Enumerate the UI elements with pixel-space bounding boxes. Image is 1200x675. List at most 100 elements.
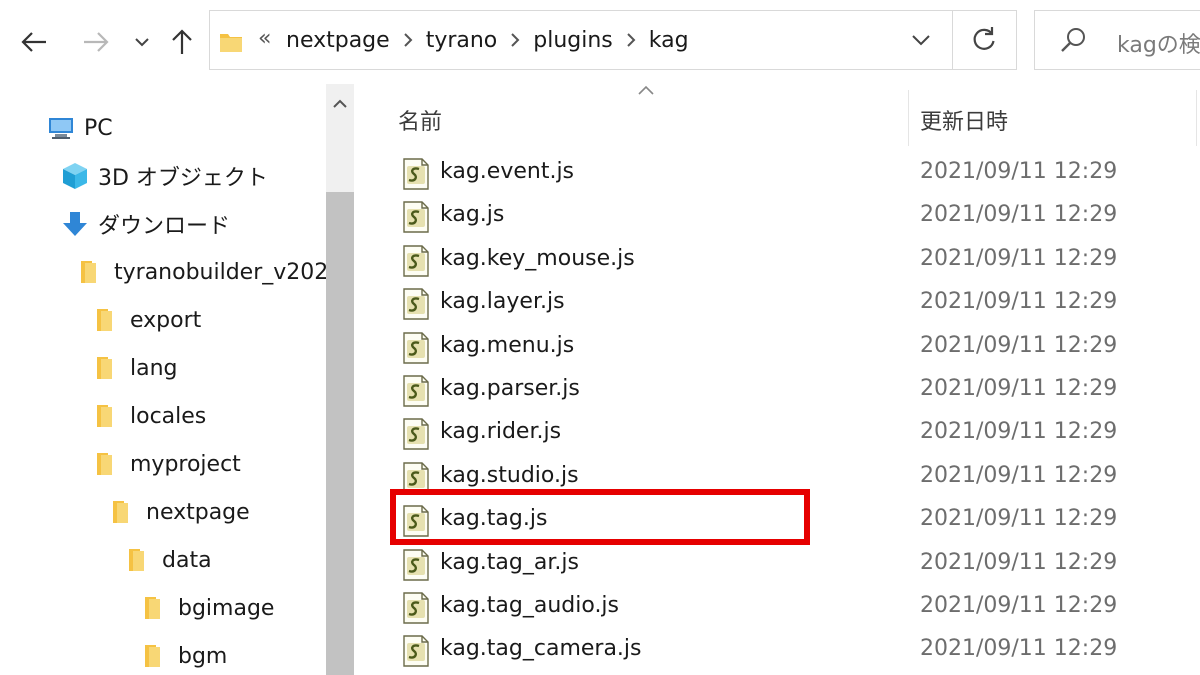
column-divider[interactable] bbox=[1196, 90, 1197, 146]
breadcrumb-overflow[interactable]: « bbox=[258, 26, 271, 51]
folder-icon bbox=[92, 307, 122, 333]
search-placeholder: kagの検索 bbox=[1117, 33, 1200, 58]
forward-button[interactable] bbox=[76, 22, 116, 62]
file-row[interactable]: kag.studio.js 2021/09/11 12:29 bbox=[354, 457, 1200, 500]
js-script-file-icon bbox=[402, 244, 430, 282]
tree-item-downloads[interactable]: ダウンロード bbox=[60, 200, 230, 248]
chevron-up-icon bbox=[333, 99, 347, 108]
navigation-pane: PC 3D オブジェクト ダウンロード tyranobuilder_v202_ … bbox=[0, 84, 326, 675]
file-modified: 2021/09/11 12:29 bbox=[920, 636, 1118, 662]
search-icon bbox=[1061, 28, 1085, 52]
file-name: kag.tag_camera.js bbox=[440, 636, 642, 662]
file-row[interactable]: kag.event.js 2021/09/11 12:29 bbox=[354, 153, 1200, 196]
file-row[interactable]: kag.tag_audio.js 2021/09/11 12:29 bbox=[354, 587, 1200, 630]
file-row[interactable]: kag.layer.js 2021/09/11 12:29 bbox=[354, 283, 1200, 326]
folder-icon bbox=[140, 595, 170, 621]
tree-item-3d-objects[interactable]: 3D オブジェクト bbox=[60, 152, 268, 200]
file-row[interactable]: kag.parser.js 2021/09/11 12:29 bbox=[354, 370, 1200, 413]
navigation-scrollbar[interactable] bbox=[326, 84, 354, 675]
scroll-thumb[interactable] bbox=[326, 192, 354, 675]
file-modified: 2021/09/11 12:29 bbox=[920, 419, 1118, 445]
folder-icon bbox=[92, 451, 122, 477]
tree-item-myproject[interactable]: myproject bbox=[92, 440, 241, 488]
js-script-file-icon bbox=[402, 417, 430, 455]
chevron-right-icon[interactable] bbox=[613, 32, 649, 48]
back-arrow-icon bbox=[21, 32, 46, 52]
js-script-file-icon bbox=[402, 287, 430, 325]
file-modified: 2021/09/11 12:29 bbox=[920, 462, 1118, 488]
refresh-icon[interactable] bbox=[970, 25, 998, 53]
js-script-file-icon bbox=[402, 548, 430, 586]
file-modified: 2021/09/11 12:29 bbox=[920, 332, 1118, 358]
sort-ascending-icon bbox=[638, 85, 654, 95]
column-header-name[interactable]: 名前 bbox=[398, 98, 442, 142]
navigation-bar: « nextpage tyrano plugins kag kagの検 bbox=[0, 0, 1200, 84]
chevron-right-icon[interactable] bbox=[390, 32, 426, 48]
file-name: kag.key_mouse.js bbox=[440, 245, 635, 271]
folder-icon bbox=[220, 34, 242, 52]
file-row[interactable]: kag.key_mouse.js 2021/09/11 12:29 bbox=[354, 240, 1200, 283]
folder-icon bbox=[108, 499, 138, 525]
search-box[interactable]: kagの検索 bbox=[1034, 10, 1200, 70]
tree-item-data[interactable]: data bbox=[124, 536, 212, 584]
chevron-right-icon[interactable] bbox=[497, 32, 533, 48]
chevron-down-icon bbox=[135, 38, 149, 47]
breadcrumb-plugins[interactable]: plugins bbox=[533, 28, 613, 53]
folder-icon bbox=[140, 643, 170, 669]
file-name: kag.event.js bbox=[440, 159, 575, 184]
file-name: kag.tag_audio.js bbox=[440, 593, 620, 618]
3d-objects-icon bbox=[60, 161, 90, 191]
tree-item-export[interactable]: export bbox=[92, 296, 201, 344]
file-row[interactable]: kag.js 2021/09/11 12:29 bbox=[354, 196, 1200, 239]
tree-item-nextpage[interactable]: nextpage bbox=[108, 488, 250, 536]
breadcrumb-kag[interactable]: kag bbox=[649, 28, 689, 53]
tree-item-pc[interactable]: PC bbox=[46, 104, 113, 152]
breadcrumb-tyrano[interactable]: tyrano bbox=[426, 28, 498, 53]
folder-icon bbox=[76, 259, 106, 285]
file-row[interactable]: kag.tag_ar.js 2021/09/11 12:29 bbox=[354, 544, 1200, 587]
file-name: kag.studio.js bbox=[440, 462, 579, 488]
scroll-up-button[interactable] bbox=[326, 84, 354, 124]
download-icon bbox=[60, 209, 90, 239]
address-divider bbox=[952, 11, 953, 69]
file-modified: 2021/09/11 12:29 bbox=[920, 376, 1118, 401]
breadcrumb: nextpage tyrano plugins kag bbox=[286, 11, 689, 69]
file-row[interactable]: kag.rider.js 2021/09/11 12:29 bbox=[354, 413, 1200, 456]
address-dropdown-icon[interactable] bbox=[910, 29, 932, 51]
js-script-file-icon bbox=[402, 331, 430, 369]
js-script-file-icon bbox=[402, 200, 430, 238]
js-script-file-icon bbox=[402, 504, 430, 542]
tree-item-tyranobuilder[interactable]: tyranobuilder_v202_ bbox=[76, 248, 326, 296]
file-row[interactable]: kag.menu.js 2021/09/11 12:29 bbox=[354, 327, 1200, 370]
file-name: kag.rider.js bbox=[440, 419, 562, 445]
file-modified: 2021/09/11 12:29 bbox=[920, 202, 1118, 228]
file-name: kag.tag.js bbox=[440, 506, 548, 532]
file-name: kag.tag_ar.js bbox=[440, 549, 579, 575]
folder-icon bbox=[92, 403, 122, 429]
column-header-modified[interactable]: 更新日時 bbox=[920, 98, 1008, 142]
file-name: kag.parser.js bbox=[440, 376, 580, 401]
file-list: 名前 更新日時 kag.event.js 2021/09/11 12:29 kag.… bbox=[354, 84, 1200, 675]
file-modified: 2021/09/11 12:29 bbox=[920, 506, 1118, 532]
address-bar[interactable]: « nextpage tyrano plugins kag bbox=[209, 10, 1017, 70]
js-script-file-icon bbox=[402, 157, 430, 195]
file-row[interactable]: kag.tag_camera.js 2021/09/11 12:29 bbox=[354, 630, 1200, 673]
file-modified: 2021/09/11 12:29 bbox=[920, 289, 1118, 315]
js-script-file-icon bbox=[402, 591, 430, 629]
tree-item-bgimage[interactable]: bgimage bbox=[140, 584, 274, 632]
js-script-file-icon bbox=[402, 634, 430, 672]
file-modified: 2021/09/11 12:29 bbox=[920, 549, 1118, 575]
column-divider[interactable] bbox=[908, 90, 909, 146]
tree-item-locales[interactable]: locales bbox=[92, 392, 206, 440]
back-button[interactable] bbox=[14, 22, 54, 62]
file-modified: 2021/09/11 12:29 bbox=[920, 245, 1118, 271]
folder-icon bbox=[92, 355, 122, 381]
file-name: kag.js bbox=[440, 202, 505, 228]
tree-item-lang[interactable]: lang bbox=[92, 344, 178, 392]
tree-item-bgm[interactable]: bgm bbox=[140, 632, 227, 675]
folder-icon bbox=[124, 547, 154, 573]
breadcrumb-nextpage[interactable]: nextpage bbox=[286, 28, 390, 53]
recent-locations-button[interactable] bbox=[128, 22, 156, 62]
up-button[interactable] bbox=[166, 22, 198, 62]
file-row[interactable]: kag.tag.js 2021/09/11 12:29 bbox=[354, 500, 1200, 543]
